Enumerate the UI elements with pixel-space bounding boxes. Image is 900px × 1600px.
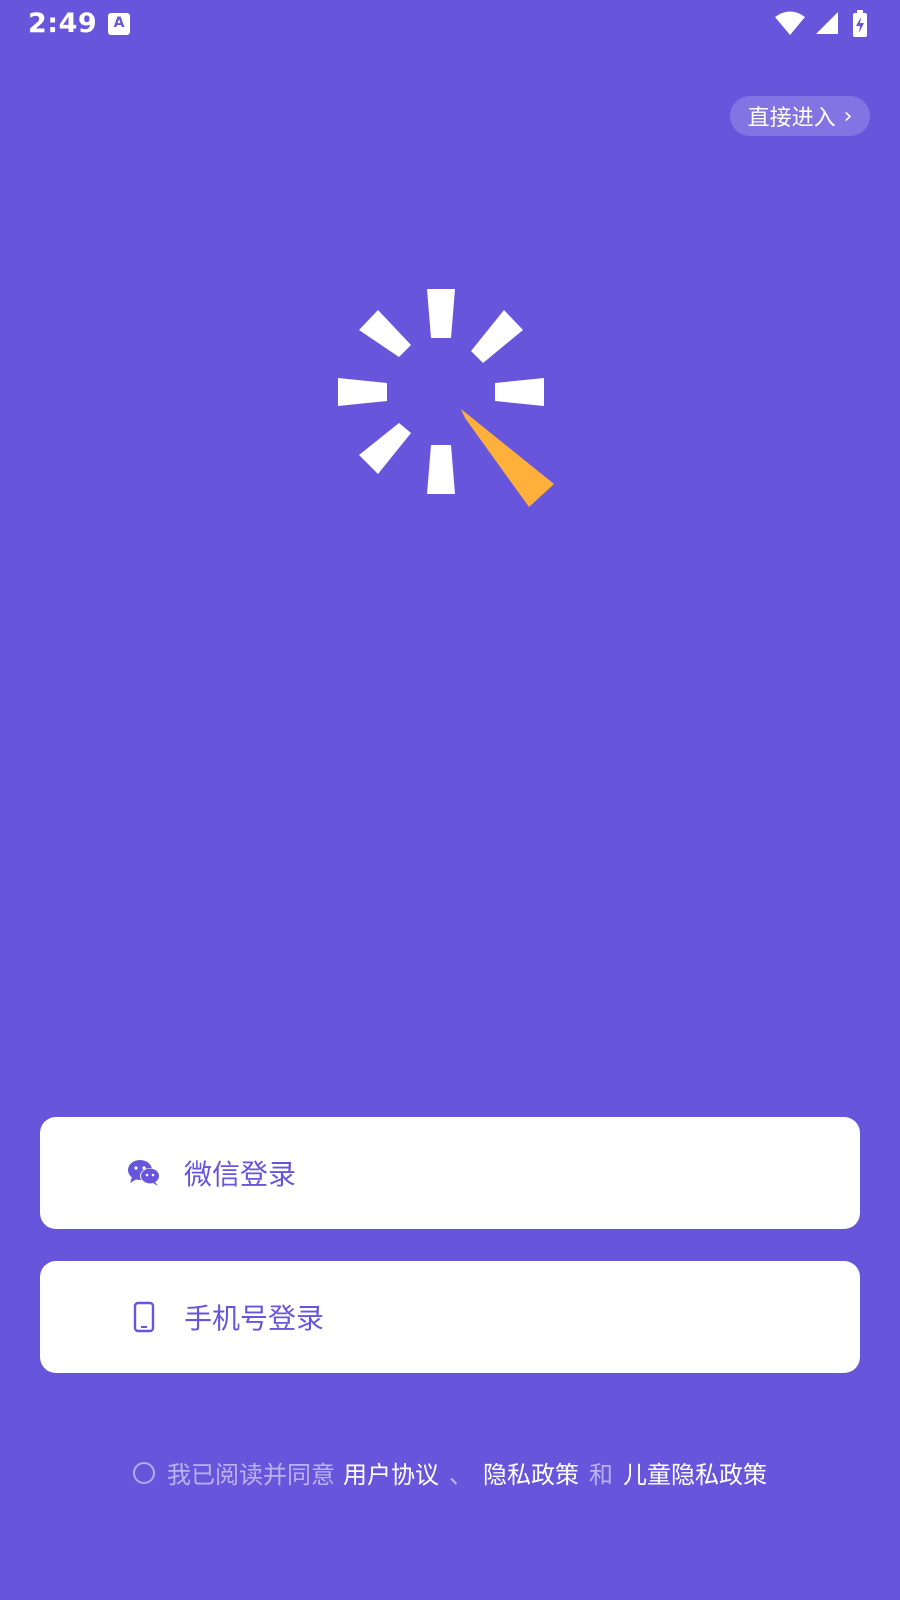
skip-enter-button[interactable]: 直接进入 › (730, 96, 870, 136)
user-agreement-link[interactable]: 用户协议 (343, 1455, 439, 1490)
logo-spoke (471, 310, 523, 363)
skip-label: 直接进入 (747, 106, 836, 131)
phone-login-button[interactable]: 手机号登录 (40, 1261, 860, 1373)
logo-spoke (338, 378, 387, 406)
wechat-login-label: 微信登录 (184, 1158, 297, 1191)
logo-spoke (359, 423, 411, 474)
app-logo-burst (338, 289, 554, 507)
agreement-row: 我已阅读并同意 用户协议 、 隐私政策 和 儿童隐私政策 (0, 1455, 900, 1490)
logo-spoke (495, 378, 544, 406)
agreement-prefix: 我已阅读并同意 (167, 1461, 335, 1489)
privacy-policy-link[interactable]: 隐私政策 (483, 1455, 579, 1490)
status-time: 2:49 (28, 8, 98, 39)
system-icons (774, 10, 874, 38)
notification-app-icon: A (108, 13, 130, 35)
chevron-right-icon: › (843, 103, 853, 129)
agreement-separator: 、 (449, 1461, 473, 1489)
wechat-icon (124, 1153, 164, 1193)
logo-spoke (359, 310, 411, 357)
cellular-signal-icon (816, 12, 838, 34)
phone-login-label: 手机号登录 (184, 1302, 325, 1335)
logo-spoke (427, 289, 455, 338)
status-bar: 2:49 A (0, 0, 900, 50)
child-privacy-policy-link[interactable]: 儿童隐私政策 (623, 1455, 767, 1490)
agreement-and: 和 (589, 1461, 613, 1489)
logo-spoke (427, 445, 455, 494)
wechat-login-button[interactable]: 微信登录 (40, 1117, 860, 1229)
phone-icon (124, 1297, 164, 1337)
battery-charging-icon (853, 10, 867, 37)
wifi-icon (775, 11, 805, 35)
agreement-checkbox[interactable] (133, 1461, 155, 1484)
logo-accent-spoke (461, 409, 554, 507)
